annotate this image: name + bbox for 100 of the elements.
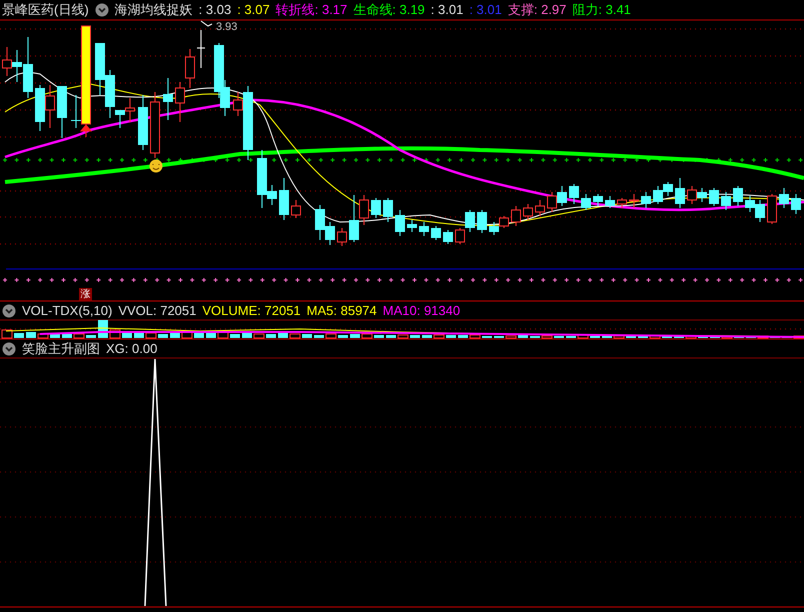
candlestick <box>45 84 55 128</box>
candlestick <box>663 182 673 196</box>
volume-bar <box>38 334 48 338</box>
volume-bar <box>638 335 648 338</box>
volume-bar <box>146 332 156 338</box>
volume-bar <box>410 335 420 338</box>
candlestick <box>605 196 615 208</box>
rise-signal-badge: 涨 <box>79 288 92 301</box>
volume-bar <box>758 336 768 338</box>
volume-bar <box>446 335 456 338</box>
indicator-name: VOL-TDX(5,10) <box>22 302 112 320</box>
candlestick <box>697 188 707 202</box>
candlestick <box>687 186 697 204</box>
volume-bar <box>422 335 432 338</box>
indicator-value: VVOL: 72051 <box>118 302 196 320</box>
indicator-value: VOLUME: 72051 <box>202 302 301 320</box>
candlestick <box>291 200 301 218</box>
volume-bar <box>338 335 348 338</box>
indicator-name: 笑脸主升副图 <box>22 340 100 358</box>
volume-bar <box>50 333 60 338</box>
candlestick <box>733 186 743 206</box>
candlestick <box>395 210 405 236</box>
indicator-value: : 3.07 <box>237 1 270 20</box>
indicator-value: 转折线: 3.17 <box>276 1 348 20</box>
candlestick <box>547 192 557 212</box>
volume-bar <box>62 334 72 338</box>
volume-bar <box>230 334 240 338</box>
up-arrow-icon <box>80 124 92 138</box>
volume-bar <box>110 330 120 338</box>
volume-bar <box>470 334 480 338</box>
volume-bar <box>650 336 660 338</box>
candlestick <box>511 206 521 226</box>
candlestick <box>641 192 651 208</box>
candlestick <box>71 94 81 128</box>
volume-bar <box>326 334 336 338</box>
indicator-value: 生命线: 3.19 <box>353 1 425 20</box>
candlestick <box>721 192 731 210</box>
volume-bar <box>266 334 276 338</box>
candlestick <box>477 210 487 234</box>
volume-bar <box>74 334 84 338</box>
stock-title: 景峰医药(日线) <box>2 1 89 20</box>
volume-bar <box>542 336 552 338</box>
indicator-value: : 3.01 <box>430 1 464 20</box>
volume-bar <box>2 330 12 338</box>
candlestick <box>419 222 429 236</box>
volume-bar <box>26 332 36 338</box>
volume-bar <box>686 336 696 338</box>
candlestick <box>489 222 499 236</box>
candlestick <box>629 194 639 208</box>
candlestick <box>791 194 801 214</box>
candlestick <box>745 196 755 212</box>
volume-bar <box>434 334 444 338</box>
dropdown-icon[interactable] <box>2 304 16 318</box>
indicator-value: 支撑: 2.97 <box>508 1 566 20</box>
candlestick <box>523 204 533 220</box>
volume-bar <box>398 334 408 338</box>
volume-bar <box>506 336 516 338</box>
candlestick <box>675 178 685 208</box>
volume-bar <box>278 333 288 338</box>
volume-bar <box>182 330 192 338</box>
volume-bar <box>722 336 732 338</box>
candlestick <box>371 198 381 218</box>
candlestick <box>653 186 663 204</box>
smiley-icon <box>150 160 162 172</box>
volume-bar <box>614 336 624 338</box>
candlestick <box>443 230 453 244</box>
volume-bar <box>518 335 528 338</box>
candlestick <box>35 84 45 132</box>
candlestick <box>150 92 160 158</box>
high-pointer-line <box>200 20 212 27</box>
volume-bar <box>170 333 180 338</box>
volume-bar <box>578 334 588 338</box>
candlestick <box>755 200 765 222</box>
volume-bar <box>458 335 468 338</box>
candlestick <box>779 188 789 208</box>
candlestick <box>95 42 105 96</box>
candlestick <box>569 184 579 204</box>
volume-bar <box>86 335 96 338</box>
high-price-label: 3.93 <box>216 20 238 35</box>
candlestick <box>279 178 289 220</box>
indicator-name: 海湖均线捉妖 <box>114 1 193 20</box>
candlestick <box>499 216 509 228</box>
candlestick <box>196 30 206 68</box>
candlestick <box>581 194 591 210</box>
candlestick <box>383 198 393 222</box>
dropdown-icon[interactable] <box>94 3 109 17</box>
dropdown-icon[interactable] <box>2 342 16 356</box>
candlestick <box>557 186 567 206</box>
volume-bar <box>158 334 168 338</box>
volume-bar <box>350 334 360 338</box>
volume-bar <box>314 335 324 338</box>
candlestick <box>617 198 627 208</box>
candlestick <box>138 94 148 150</box>
candlestick <box>163 78 173 120</box>
volume-bar <box>242 333 252 338</box>
volume-bar <box>134 333 144 338</box>
indicator-value: MA5: 85974 <box>306 302 377 320</box>
candlestick <box>57 86 67 138</box>
indicator-value: MA10: 91340 <box>382 302 460 320</box>
indicator-value: : 3.03 <box>198 1 232 20</box>
